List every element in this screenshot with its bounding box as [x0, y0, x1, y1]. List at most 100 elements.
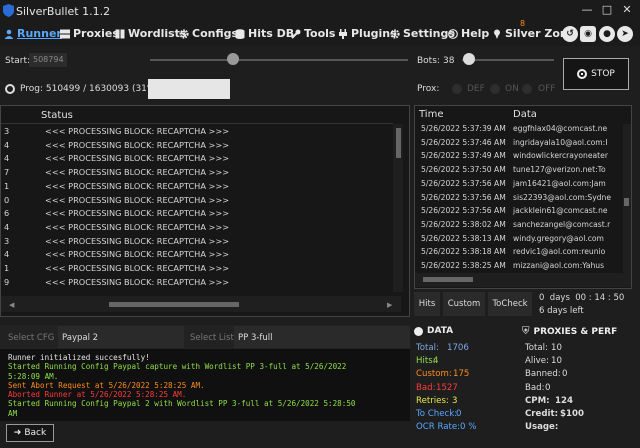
bots-slider-knob[interactable] — [463, 53, 475, 65]
status-row: 4 <<< PROCESSING BLOCK: RECAPTCHA >>> — [1, 222, 393, 236]
prox-def-label: DEF — [467, 84, 485, 94]
data-stat-value: 0 — [456, 409, 462, 419]
tab-tocheck[interactable]: ToCheck — [488, 292, 532, 316]
hit-row[interactable]: 5/26/2022 5:37:56 AM jam16421@aol.com:Jam — [415, 179, 623, 193]
minimize-button[interactable]: — — [578, 2, 596, 18]
tab-hits[interactable]: Hits — [414, 292, 440, 316]
hit-time: 5/26/2022 5:37:39 AM — [421, 124, 506, 133]
scroll-left-icon[interactable]: ◀ — [9, 301, 14, 309]
progress-label: Prog: 510499 / 1630093 (31%) — [20, 84, 159, 94]
nav-help[interactable]: ? Help — [448, 27, 489, 40]
nav-runner[interactable]: Runner — [4, 27, 62, 40]
nav-settings[interactable]: Settings — [390, 27, 455, 40]
status-row: 4 <<< PROCESSING BLOCK: RECAPTCHA >>> — [1, 153, 393, 167]
status-hscroll[interactable]: ◀ ▶ — [1, 296, 401, 312]
tab-custom[interactable]: Custom — [443, 292, 485, 316]
discord-icon[interactable]: ● — [599, 26, 615, 42]
proxy-stat-label: Banned: — [525, 369, 561, 380]
start-slider[interactable] — [150, 59, 408, 61]
hit-data: tune127@verizon.net:To — [513, 165, 606, 175]
bots-slider[interactable] — [462, 59, 554, 61]
prox-off-radio[interactable] — [522, 84, 532, 94]
telegram-icon[interactable]: ➤ — [617, 26, 633, 42]
hit-time: 5/26/2022 5:38:13 AM — [421, 233, 506, 243]
nav-hits-db[interactable]: Hits DB — [235, 27, 294, 40]
status-vscroll[interactable] — [393, 124, 403, 292]
status-row-text: <<< PROCESSING BLOCK: RECAPTCHA >>> — [45, 180, 230, 191]
time-header: Time — [419, 109, 444, 120]
hit-row[interactable]: 5/26/2022 5:37:46 AM ingridayala10@aol.co… — [415, 138, 623, 152]
hit-row[interactable]: 5/26/2022 5:38:02 AM sanchezangel@comcast… — [415, 220, 623, 234]
prox-def-radio[interactable] — [452, 84, 462, 94]
hit-time: 5/26/2022 5:38:18 AM — [421, 247, 506, 257]
status-vscroll-thumb[interactable] — [396, 128, 401, 158]
maximize-button[interactable]: □ — [598, 2, 616, 18]
data-stat-value: 1706 — [447, 343, 469, 353]
plug-icon — [339, 28, 347, 39]
proxy-stats-title: PROXIES & PERF — [533, 326, 618, 337]
status-row: 6 <<< PROCESSING BLOCK: RECAPTCHA >>> — [1, 208, 393, 222]
proxy-stat-value: 0 — [562, 369, 568, 380]
hits-vscroll-thumb[interactable] — [624, 198, 629, 206]
status-row-index: 3 — [4, 235, 10, 246]
nav-proxies[interactable]: Proxies — [60, 27, 119, 40]
nav-tools[interactable]: Tools — [291, 27, 335, 40]
close-button[interactable]: ✕ — [618, 2, 636, 18]
nav-configs[interactable]: Configs — [179, 27, 238, 40]
arrow-left-icon: ➜ — [13, 428, 22, 438]
hit-row[interactable]: 5/26/2022 5:38:18 AM redvic1@aol.com:reun… — [415, 247, 623, 261]
bots-label: Bots: — [417, 56, 440, 66]
nav-wordlists[interactable]: Wordlists — [115, 27, 187, 40]
status-list: 3 <<< PROCESSING BLOCK: RECAPTCHA >>> 4 <<<… — [1, 124, 393, 292]
status-row-index: 4 — [4, 249, 10, 260]
data-stat-label: OCR Rate: — [416, 422, 461, 433]
status-row-text: <<< PROCESSING BLOCK: RECAPTCHA >>> — [45, 126, 230, 136]
status-row-index: 0 — [4, 194, 10, 205]
hit-time: 5/26/2022 5:37:46 AM — [421, 137, 506, 147]
scroll-right-icon[interactable]: ▶ — [387, 301, 392, 309]
status-row: 7 <<< PROCESSING BLOCK: RECAPTCHA >>> — [1, 167, 393, 181]
proxy-stat-label: CPM: — [525, 395, 550, 406]
elapsed-timer: 0 days 00 : 14 : 50 — [539, 293, 625, 303]
status-row-text: <<< PROCESSING BLOCK: RECAPTCHA >>> — [45, 139, 230, 150]
status-header: Status — [41, 110, 73, 121]
hit-row[interactable]: 5/26/2022 5:37:56 AM jackklein61@comcast.… — [415, 206, 623, 220]
nav-plugins[interactable]: Plugins — [338, 27, 397, 40]
hits-hscroll[interactable] — [415, 273, 631, 287]
stop-button[interactable]: STOP — [563, 58, 629, 90]
progress-bar — [148, 79, 230, 99]
status-row-index: 4 — [4, 139, 10, 150]
stop-icon — [577, 69, 588, 79]
back-button[interactable]: ➜ Back — [6, 424, 54, 442]
data-stat-value: 1527 — [436, 382, 458, 393]
proxy-stat-value: 0 — [545, 382, 551, 393]
hit-row[interactable]: 5/26/2022 5:38:25 AM mizzani@aol.com:Yahu… — [415, 261, 623, 271]
hit-row[interactable]: 5/26/2022 5:37:50 AM tune127@verizon.net:… — [415, 165, 623, 179]
camera-icon[interactable]: ◉ — [580, 26, 596, 42]
data-stats-header: DATA — [414, 326, 453, 336]
hits-vscroll[interactable] — [623, 124, 631, 274]
hit-row[interactable]: 5/26/2022 5:37:56 AM sis22393@aol.com:Syd… — [415, 193, 623, 207]
data-stat-value: 3 — [452, 395, 458, 406]
hits-hscroll-thumb[interactable] — [423, 277, 473, 282]
proxy-stat-value: $100 — [560, 409, 584, 419]
hit-time: 5/26/2022 5:37:49 AM — [421, 151, 506, 161]
cfg-select[interactable]: Paypal 2 — [58, 326, 184, 348]
prox-on-radio[interactable] — [490, 84, 500, 94]
hits-list: 5/26/2022 5:37:39 AM eggfhlax04@comcast.n… — [415, 121, 623, 271]
start-slider-knob[interactable] — [227, 53, 239, 65]
history-icon[interactable]: ↺ — [562, 26, 578, 42]
status-hscroll-thumb[interactable] — [109, 302, 239, 307]
select-cfg-placeholder: Select CFG — [8, 333, 55, 343]
status-row-text: <<< PROCESSING BLOCK: RECAPTCHA >>> — [45, 153, 230, 164]
list-select[interactable]: PP 3-full — [234, 326, 410, 348]
status-row-index: 6 — [4, 208, 10, 219]
proxy-stat-label: Credit: — [525, 409, 559, 419]
hit-data: eggfhlax04@comcast.ne — [513, 124, 608, 133]
status-row: 3 <<< PROCESSING BLOCK: RECAPTCHA >>> — [1, 126, 393, 140]
hit-row[interactable]: 5/26/2022 5:38:13 AM windy.gregory@aol.co… — [415, 234, 623, 248]
hit-row[interactable]: 5/26/2022 5:37:49 AM windowlickercrayonea… — [415, 151, 623, 165]
status-row-text: <<< PROCESSING BLOCK: RECAPTCHA >>> — [45, 221, 230, 232]
start-input[interactable]: 508794 — [29, 53, 67, 67]
hit-row[interactable]: 5/26/2022 5:37:39 AM eggfhlax04@comcast.n… — [415, 124, 623, 138]
